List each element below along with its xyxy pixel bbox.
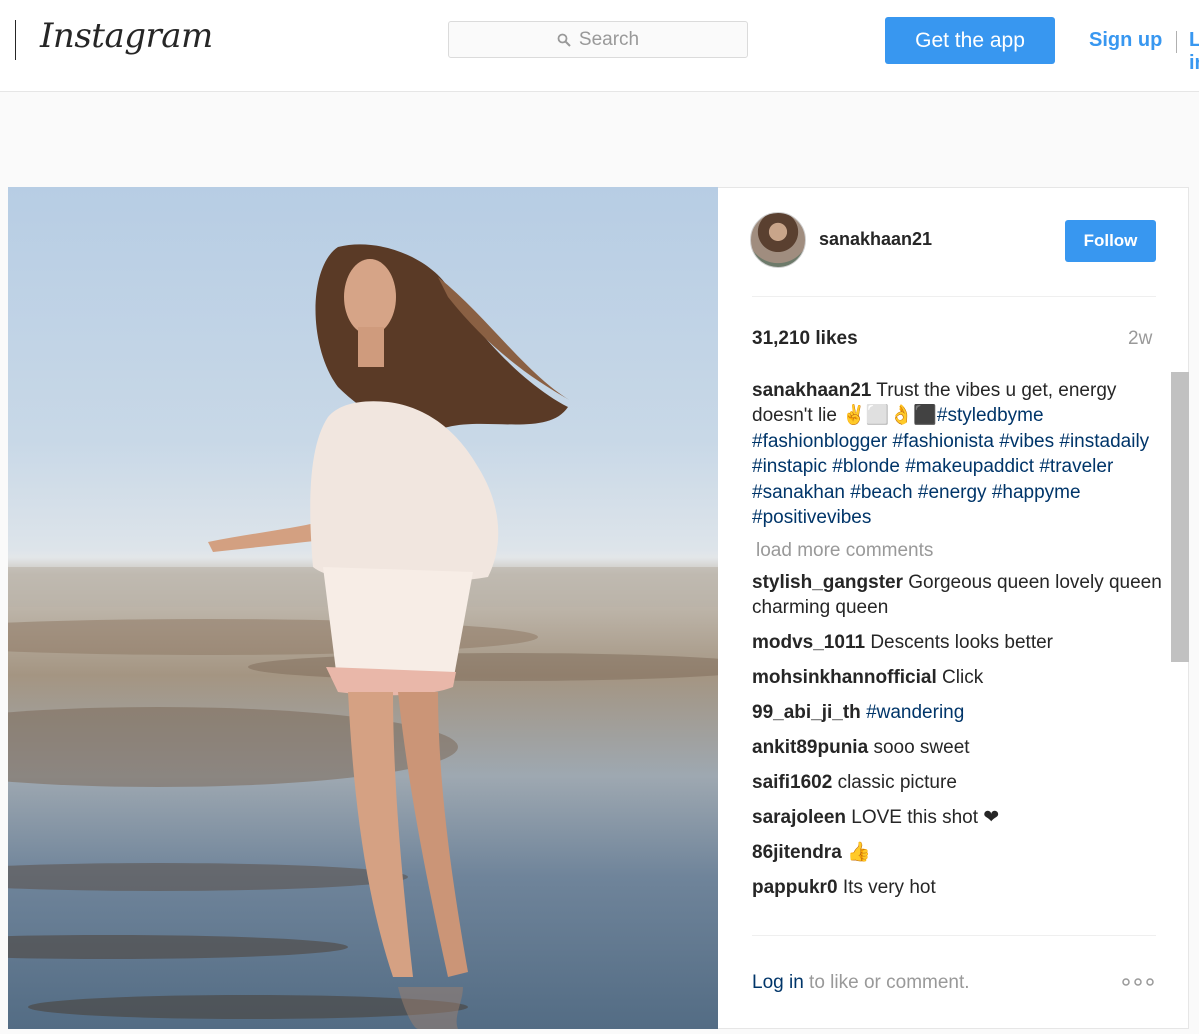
login-link[interactable]: Log in <box>752 972 804 993</box>
comment-username[interactable]: stylish_gangster <box>752 572 903 593</box>
comment-username[interactable]: ankit89punia <box>752 737 868 758</box>
comment-username[interactable]: pappukr0 <box>752 877 838 898</box>
search-icon <box>557 33 571 47</box>
comment-item: modvs_1011 Descents looks better <box>752 630 1162 655</box>
nav-separator <box>1176 31 1177 53</box>
comment-username[interactable]: sarajoleen <box>752 807 846 828</box>
comment-text: Its very hot <box>842 877 936 899</box>
post-photo[interactable] <box>8 187 718 1029</box>
beach-portrait-illustration <box>8 244 718 1029</box>
sign-up-link[interactable]: Sign up <box>1089 29 1162 52</box>
likes-count[interactable]: 31,210 likes <box>752 328 858 350</box>
comments-scrollbar[interactable] <box>1171 372 1189 662</box>
caption-hashtag[interactable]: #instapic <box>752 456 827 477</box>
comment-item: ankit89punia sooo sweet <box>752 735 1162 760</box>
caption-hashtag[interactable]: #energy <box>918 482 987 503</box>
login-prompt-text: to like or comment. <box>803 972 970 993</box>
comment-text: 👍 <box>847 842 871 864</box>
comment-username[interactable]: 86jitendra <box>752 842 842 863</box>
caption-hashtag[interactable]: #instadaily <box>1059 431 1149 452</box>
search-input[interactable]: Search <box>448 21 748 58</box>
header-divider-line <box>752 296 1156 297</box>
caption-hashtag[interactable]: #beach <box>850 482 912 503</box>
comment-username[interactable]: mohsinkhannofficial <box>752 667 937 688</box>
comment-text: Descents looks better <box>870 632 1054 654</box>
comment-item: saifi1602 classic picture <box>752 770 1162 795</box>
caption-hashtag[interactable]: #sanakhan <box>752 482 845 503</box>
comment-text: Click <box>942 667 984 689</box>
caption-hashtag[interactable]: #makeupaddict <box>905 456 1034 477</box>
caption-username[interactable]: sanakhaan21 <box>752 380 871 401</box>
instagram-logo[interactable]: Instagram <box>40 16 213 56</box>
comment-username[interactable]: 99_abi_ji_th <box>752 702 861 723</box>
comment-text: classic picture <box>837 772 957 794</box>
comment-item: 99_abi_ji_th #wandering <box>752 700 1162 725</box>
caption-hashtag[interactable]: #happyme <box>992 482 1081 503</box>
caption-hashtag[interactable]: #positivevibes <box>752 507 871 528</box>
login-prompt: Log in to like or comment. <box>752 972 970 994</box>
comment-entries: stylish_gangster Gorgeous queen lovely q… <box>752 570 1162 900</box>
comment-hashtag[interactable]: #wandering <box>866 702 964 723</box>
caption-hashtag[interactable]: #blonde <box>832 456 900 477</box>
comment-username[interactable]: modvs_1011 <box>752 632 865 653</box>
comment-item: 86jitendra 👍 <box>752 840 1162 865</box>
avatar[interactable] <box>750 212 806 268</box>
comment-item: mohsinkhannofficial Click <box>752 665 1162 690</box>
post-username[interactable]: sanakhaan21 <box>819 229 932 250</box>
comment-item: stylish_gangster Gorgeous queen lovely q… <box>752 570 1162 620</box>
header-divider <box>15 20 16 60</box>
get-the-app-button[interactable]: Get the app <box>885 17 1055 64</box>
search-placeholder: Search <box>578 28 640 50</box>
comments-list[interactable]: sanakhaan21 Trust the vibes u get, energ… <box>752 372 1162 934</box>
top-bar: Instagram Search Get the app Sign up Log… <box>0 0 1199 92</box>
comment-item: pappukr0 Its very hot <box>752 875 1162 900</box>
comment-item: sarajoleen LOVE this shot ❤ <box>752 805 1162 830</box>
more-options-icon[interactable] <box>1122 976 1158 988</box>
post-timestamp[interactable]: 2w <box>1128 328 1152 350</box>
caption-hashtag[interactable]: #vibes <box>999 431 1054 452</box>
caption-hashtag[interactable]: #fashionblogger <box>752 431 887 452</box>
comment-text: sooo sweet <box>873 737 970 759</box>
caption-hashtag[interactable]: #traveler <box>1039 456 1113 477</box>
log-in-link[interactable]: Log in <box>1189 29 1199 75</box>
caption-hashtag[interactable]: #styledbyme <box>937 405 1044 426</box>
follow-button[interactable]: Follow <box>1065 220 1156 262</box>
footer-divider-line <box>752 935 1156 936</box>
load-more-comments-button[interactable]: load more comments <box>756 540 1162 562</box>
post-caption: sanakhaan21 Trust the vibes u get, energ… <box>752 378 1162 530</box>
caption-hashtag[interactable]: #fashionista <box>893 431 994 452</box>
comment-text: LOVE this shot ❤ <box>851 807 1000 829</box>
comment-username[interactable]: saifi1602 <box>752 772 832 793</box>
